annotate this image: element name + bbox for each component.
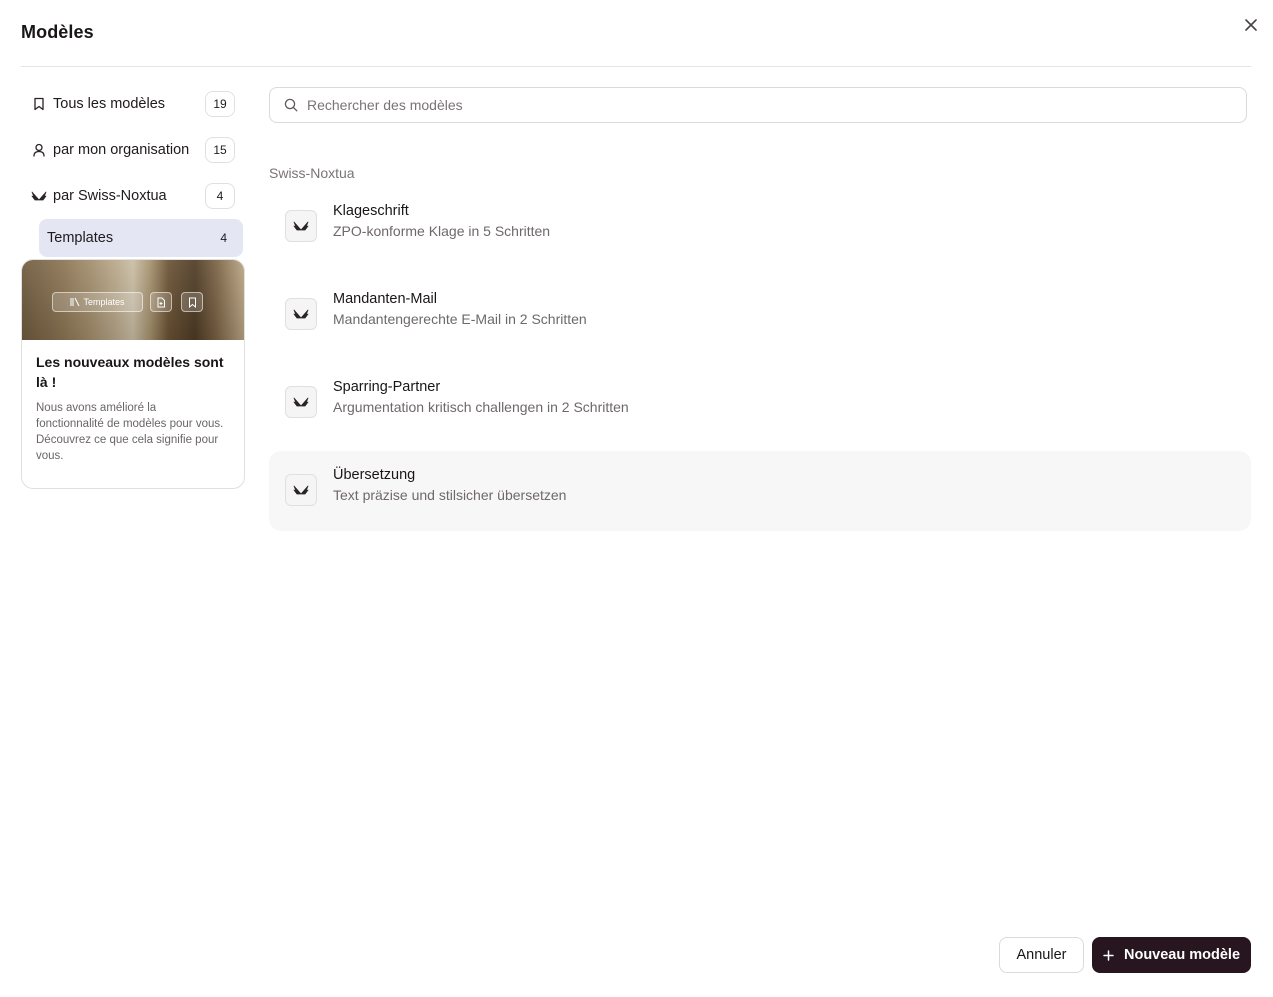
promo-chip-label: Templates	[83, 297, 125, 307]
wings-logo-icon	[285, 298, 317, 330]
user-icon	[31, 142, 47, 158]
search-box[interactable]	[269, 87, 1247, 123]
template-description: Mandantengerechte E-Mail in 2 Schritten	[333, 311, 587, 327]
template-description: ZPO-konforme Klage in 5 Schritten	[333, 223, 551, 239]
template-row-mandanten-mail[interactable]: Mandanten-Mail Mandantengerechte E-Mail …	[269, 275, 1251, 355]
template-name: Mandanten-Mail	[333, 291, 437, 307]
sidebar-item-my-organization[interactable]: par mon organisation 15	[21, 132, 243, 168]
new-template-label: Nouveau modèle	[1123, 947, 1241, 963]
promo-file-chip	[150, 292, 172, 312]
section-label: Swiss-Noxtua	[269, 165, 355, 181]
promo-bookmark-chip	[181, 292, 203, 312]
cancel-button[interactable]: Annuler	[999, 937, 1084, 973]
sidebar-item-label: par Swiss-Noxtua	[53, 188, 167, 204]
header-divider	[21, 66, 1251, 67]
template-row-sparring-partner[interactable]: Sparring-Partner Argumentation kritisch …	[269, 363, 1251, 443]
sidebar-item-swiss-noxtua[interactable]: par Swiss-Noxtua 4	[21, 178, 243, 214]
sidebar-subitem-templates[interactable]: Templates 4	[39, 219, 243, 257]
promo-card[interactable]: Templates Les nouveaux modèles sont là !…	[21, 259, 245, 489]
template-name: Sparring-Partner	[333, 379, 441, 395]
promo-description: Nous avons amélioré la fonctionnalité de…	[36, 402, 224, 462]
count-badge: 4	[205, 183, 235, 209]
template-description: Argumentation kritisch challengen in 2 S…	[333, 399, 629, 415]
count-badge: 15	[205, 137, 235, 163]
template-name: Übersetzung	[333, 467, 416, 483]
sidebar-subitem-label: Templates	[47, 230, 114, 246]
template-name: Klageschrift	[333, 203, 409, 219]
plus-icon	[1103, 949, 1114, 961]
file-import-icon	[157, 297, 165, 307]
wings-logo-icon	[285, 210, 317, 242]
promo-image: Templates	[22, 260, 244, 340]
sidebar-item-label: Tous les modèles	[53, 96, 166, 112]
promo-templates-chip: Templates	[52, 292, 143, 312]
close-button[interactable]	[1240, 14, 1262, 36]
wings-logo-icon	[285, 386, 317, 418]
sidebar-item-all-templates[interactable]: Tous les modèles 19	[21, 86, 243, 122]
wings-logo-icon	[31, 188, 47, 204]
count-badge: 19	[205, 91, 235, 117]
template-description: Text präzise und stilsicher übersetzen	[333, 487, 567, 503]
dialog-title: Modèles	[21, 22, 94, 42]
new-template-button[interactable]: Nouveau modèle	[1092, 937, 1251, 973]
templates-dialog: Modèles Tous les modèles 19 par mon orga…	[0, 0, 1273, 997]
sidebar-item-label: par mon organisation	[53, 142, 190, 158]
close-icon	[1245, 19, 1257, 31]
search-icon	[283, 97, 299, 113]
bookmark-icon	[188, 297, 196, 308]
template-row-klageschrift[interactable]: Klageschrift ZPO-konforme Klage in 5 Sch…	[269, 187, 1251, 267]
count-badge: 4	[220, 231, 227, 245]
book-icon	[70, 297, 80, 307]
promo-title: Les nouveaux modèles sont là !	[36, 354, 224, 390]
bookmark-icon	[31, 96, 47, 112]
wings-logo-icon	[285, 474, 317, 506]
search-input[interactable]	[307, 97, 1207, 113]
template-row-uebersetzung[interactable]: Übersetzung Text präzise und stilsicher …	[269, 451, 1251, 531]
